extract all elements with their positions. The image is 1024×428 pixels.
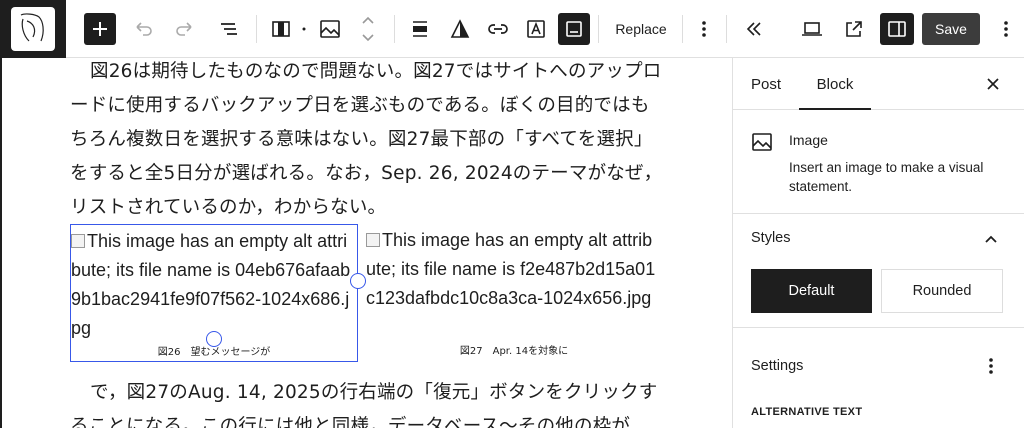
- site-icon: [11, 7, 55, 51]
- broken-image-icon: [71, 234, 85, 248]
- link-button[interactable]: [482, 13, 514, 45]
- text-icon: [527, 20, 545, 38]
- more-vertical-icon: [1004, 21, 1008, 37]
- site-logo[interactable]: [0, 0, 66, 58]
- image-alt-text: This image has an empty alt attribute; i…: [71, 231, 351, 338]
- device-preview-button[interactable]: [796, 13, 828, 45]
- chevron-double-left-icon: [746, 22, 761, 36]
- media-text-icon: [272, 21, 290, 37]
- toolbar-divider: [598, 15, 599, 43]
- caption-button[interactable]: [558, 13, 590, 45]
- settings-options-button[interactable]: [981, 356, 1001, 381]
- resize-handle-bottom[interactable]: [206, 331, 222, 347]
- image-caption[interactable]: 図27 Apr. 14を対象に: [366, 342, 662, 357]
- settings-sidebar: Post Block Image Insert an image to make…: [732, 58, 1024, 428]
- tab-block[interactable]: Block: [799, 58, 871, 110]
- close-icon: [987, 78, 999, 90]
- block-card: Image Insert an image to make a visual s…: [733, 110, 1024, 214]
- options-button[interactable]: [992, 13, 1020, 45]
- list-view-icon: [221, 23, 237, 35]
- style-rounded-button[interactable]: Rounded: [881, 269, 1003, 313]
- link-icon: [488, 24, 508, 34]
- toolbar-divider: [256, 15, 257, 43]
- styles-panel: Styles Default Rounded: [733, 214, 1024, 328]
- image-alt-text: This image has an empty alt attribute; i…: [366, 230, 656, 308]
- block-title: Image: [789, 132, 828, 148]
- tab-post[interactable]: Post: [751, 58, 781, 110]
- chevron-up-icon[interactable]: [981, 230, 1001, 255]
- text-over-image-button[interactable]: [520, 13, 552, 45]
- sidebar-tabs: Post Block: [733, 58, 1024, 110]
- settings-panel-title: Settings: [751, 358, 804, 374]
- more-vertical-icon: [702, 21, 706, 37]
- toolbar-divider: [726, 15, 727, 43]
- image-block-selected[interactable]: This image has an empty alt attribute; i…: [70, 224, 366, 362]
- broken-image-alt-text: This image has an empty alt attribute; i…: [366, 226, 662, 313]
- collapse-toolbar-button[interactable]: [738, 13, 770, 45]
- document-overview-button[interactable]: [212, 13, 246, 45]
- editor-toolbar: Replace Save: [0, 0, 1024, 58]
- move-up-down-buttons[interactable]: [356, 12, 380, 46]
- toolbar-divider: [682, 15, 683, 43]
- filter-icon: [450, 19, 470, 38]
- settings-sidebar-toggle[interactable]: [880, 13, 914, 45]
- image-icon: [751, 132, 773, 157]
- add-block-button[interactable]: [84, 13, 116, 45]
- close-sidebar-button[interactable]: [983, 74, 1003, 94]
- image-block[interactable]: This image has an empty alt attribute; i…: [366, 224, 662, 362]
- plus-icon: [93, 22, 107, 36]
- replace-button[interactable]: Replace: [608, 13, 674, 45]
- align-button[interactable]: [404, 13, 436, 45]
- desktop-icon: [802, 22, 822, 36]
- duotone-button[interactable]: [444, 13, 476, 45]
- dot-icon: [302, 27, 306, 31]
- caption-icon: [566, 21, 582, 37]
- block-type-button[interactable]: [264, 13, 298, 45]
- redo-icon: [176, 22, 192, 36]
- style-default-button[interactable]: Default: [751, 269, 872, 313]
- sidebar-icon: [888, 21, 906, 37]
- block-options-button[interactable]: [690, 13, 718, 45]
- block-description: Insert an image to make a visual stateme…: [789, 160, 984, 194]
- drag-handle[interactable]: [300, 13, 308, 45]
- alt-text-label: ALTERNATIVE TEXT: [751, 406, 863, 418]
- redo-button[interactable]: [168, 13, 200, 45]
- broken-image-alt-text: This image has an empty alt attribute; i…: [71, 227, 357, 343]
- undo-icon: [136, 22, 152, 36]
- styles-panel-title[interactable]: Styles: [751, 230, 791, 246]
- editor-canvas: 図26は期待したものなので問題ない。図27ではサイトへのアップロードに使用するバ…: [0, 58, 732, 428]
- toolbar-divider: [394, 15, 395, 43]
- undo-button[interactable]: [128, 13, 160, 45]
- external-link-icon: [846, 21, 862, 37]
- image-icon: [320, 20, 340, 38]
- align-center-icon: [413, 21, 427, 37]
- paragraph-block[interactable]: 図26は期待したものなので問題ない。図27ではサイトへのアップロードに使用するバ…: [70, 58, 664, 225]
- more-vertical-icon: [989, 358, 993, 374]
- image-block-button[interactable]: [312, 13, 348, 45]
- resize-handle-right[interactable]: [350, 273, 366, 289]
- chevron-up-down-icon: [362, 16, 374, 42]
- paragraph-block[interactable]: で，図27のAug. 14, 2025の行右端の「復元」ボタンをクリックすること…: [70, 376, 664, 428]
- view-post-button[interactable]: [838, 13, 870, 45]
- save-button[interactable]: Save: [922, 13, 980, 45]
- broken-image-icon: [366, 233, 380, 247]
